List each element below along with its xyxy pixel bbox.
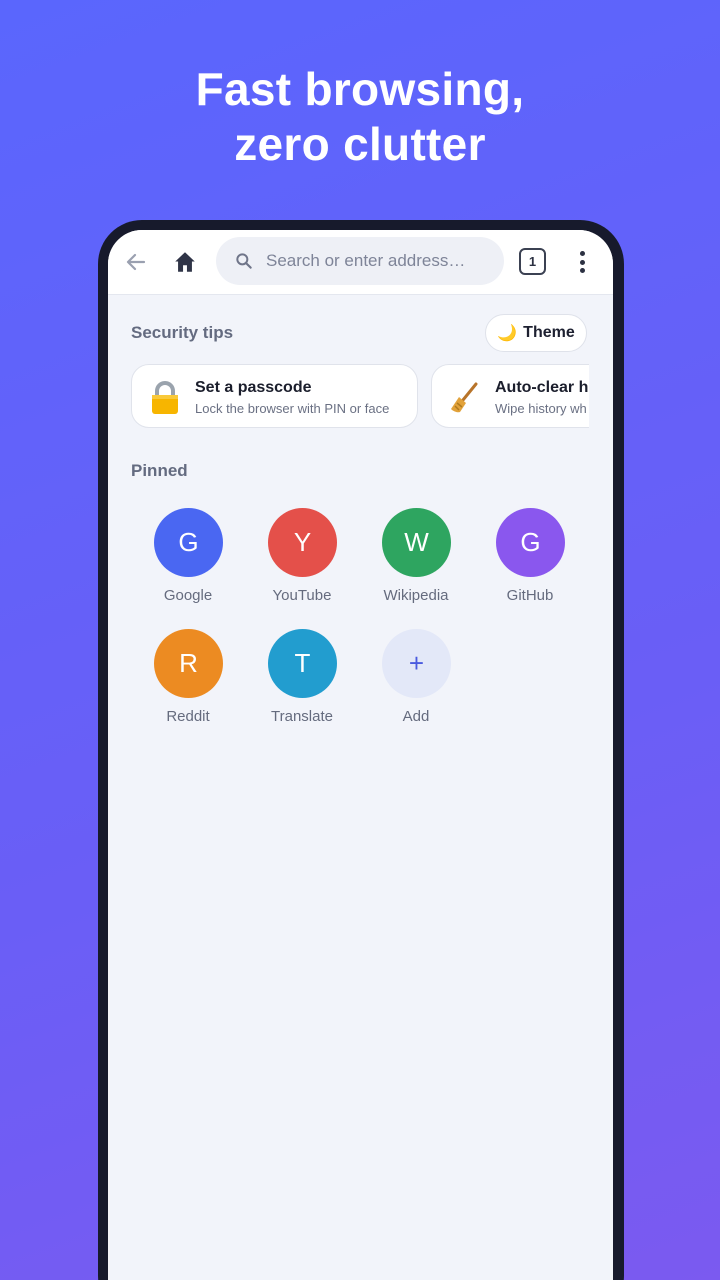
- tab-count: 1: [528, 254, 537, 269]
- tip-subtitle: Lock the browser with PIN or face: [195, 401, 390, 416]
- back-button[interactable]: [122, 248, 150, 276]
- site-label: Google: [163, 587, 213, 604]
- site-avatar: Y: [268, 508, 337, 577]
- pinned-site[interactable]: W Wikipedia: [359, 508, 473, 618]
- site-label: Translate: [271, 708, 333, 725]
- site-avatar: T: [268, 629, 337, 698]
- search-icon: [236, 253, 252, 269]
- security-tips-heading: Security tips: [131, 323, 234, 342]
- site-label: YouTube: [272, 587, 332, 604]
- browser-toolbar: 1: [108, 230, 613, 295]
- security-tips-carousel[interactable]: Set a passcode Lock the browser with PIN…: [131, 364, 589, 430]
- site-label: Wikipedia: [383, 587, 449, 604]
- more-vertical-icon: [579, 251, 585, 256]
- site-avatar: G: [154, 508, 223, 577]
- tip-title: Set a passcode: [195, 379, 312, 396]
- site-label: GitHub: [506, 587, 554, 604]
- moon-icon: 🌙: [497, 325, 518, 342]
- tab-switcher-button[interactable]: 1: [519, 248, 546, 275]
- headline: Fast browsing, zero clutter: [0, 62, 720, 172]
- pinned-site[interactable]: T Translate: [245, 629, 359, 739]
- tip-card-passcode[interactable]: Set a passcode Lock the browser with PIN…: [131, 364, 418, 428]
- site-avatar: R: [154, 629, 223, 698]
- site-label: Reddit: [166, 708, 210, 725]
- theme-label: Theme: [523, 324, 575, 341]
- tip-card-auto-clear[interactable]: Auto-clear his Wipe history wh: [431, 364, 589, 428]
- tip-subtitle: Wipe history wh: [495, 401, 587, 416]
- home-button[interactable]: [170, 247, 200, 277]
- site-avatar: W: [382, 508, 451, 577]
- pinned-heading: Pinned: [131, 461, 188, 480]
- pinned-site[interactable]: Y YouTube: [245, 508, 359, 618]
- pinned-site[interactable]: G GitHub: [473, 508, 587, 618]
- add-pinned-site-button[interactable]: + Add: [359, 629, 473, 739]
- add-label: Add: [402, 708, 430, 725]
- overflow-menu-button[interactable]: [572, 248, 592, 276]
- headline-line-1: Fast browsing,: [195, 63, 525, 115]
- theme-button[interactable]: 🌙 Theme: [485, 314, 587, 352]
- address-bar[interactable]: [216, 237, 504, 285]
- headline-line-2: zero clutter: [234, 118, 486, 170]
- pinned-site[interactable]: G Google: [131, 508, 245, 618]
- plus-icon: +: [382, 629, 451, 698]
- broom-icon: [451, 382, 478, 413]
- browser-screen: 1 Security tips 🌙 Theme Set a passcode L…: [108, 230, 613, 1280]
- tip-title: Auto-clear his: [495, 379, 589, 396]
- site-avatar: G: [496, 508, 565, 577]
- lock-icon: [152, 381, 178, 414]
- address-input[interactable]: [264, 250, 488, 272]
- arrow-left-icon: [126, 253, 146, 271]
- pinned-site[interactable]: R Reddit: [131, 629, 245, 739]
- home-icon: [175, 252, 195, 272]
